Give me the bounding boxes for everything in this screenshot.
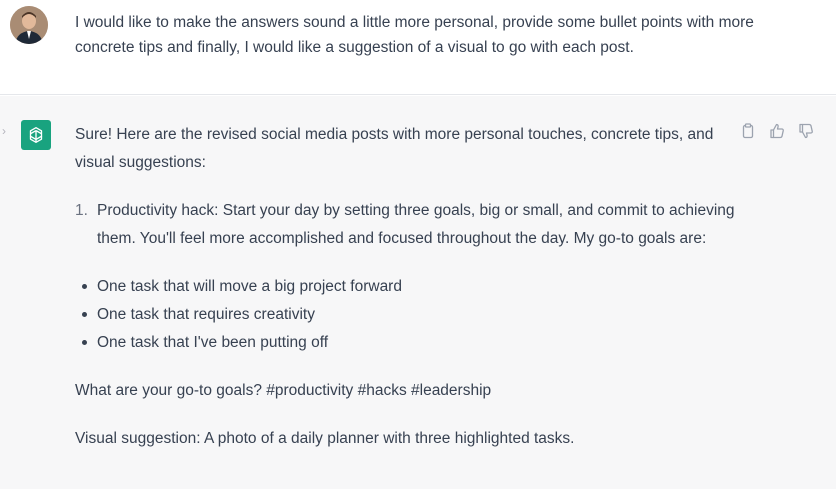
bullet-item: One task that requires creativity: [75, 301, 735, 329]
list-item: 1. Productivity hack: Start your day by …: [75, 197, 735, 253]
message-actions: [740, 123, 814, 139]
thumbs-up-icon[interactable]: [769, 123, 785, 139]
copy-icon[interactable]: [740, 123, 756, 139]
bullet-item: One task that I've been putting off: [75, 329, 735, 357]
user-message-text: I would like to make the answers sound a…: [75, 14, 754, 56]
list-item-text: Productivity hack: Start your day by set…: [97, 202, 735, 247]
assistant-message-content: Sure! Here are the revised social media …: [75, 121, 735, 473]
chevron-right-icon[interactable]: ›: [2, 124, 6, 138]
bullet-item: One task that will move a big project fo…: [75, 273, 735, 301]
closing-question: What are your go-to goals? #productivity…: [75, 382, 492, 399]
user-message-row: I would like to make the answers sound a…: [0, 0, 836, 95]
tips-bullet-list: One task that will move a big project fo…: [75, 273, 735, 357]
thumbs-down-icon[interactable]: [798, 123, 814, 139]
assistant-intro: Sure! Here are the revised social media …: [75, 126, 714, 171]
chatgpt-logo-icon: [21, 120, 51, 150]
assistant-message-row: › Sure! Here are the revised social medi…: [0, 96, 836, 489]
visual-suggestion: Visual suggestion: A photo of a daily pl…: [75, 430, 575, 447]
list-item-number: 1.: [75, 202, 88, 219]
user-avatar: [10, 6, 48, 44]
